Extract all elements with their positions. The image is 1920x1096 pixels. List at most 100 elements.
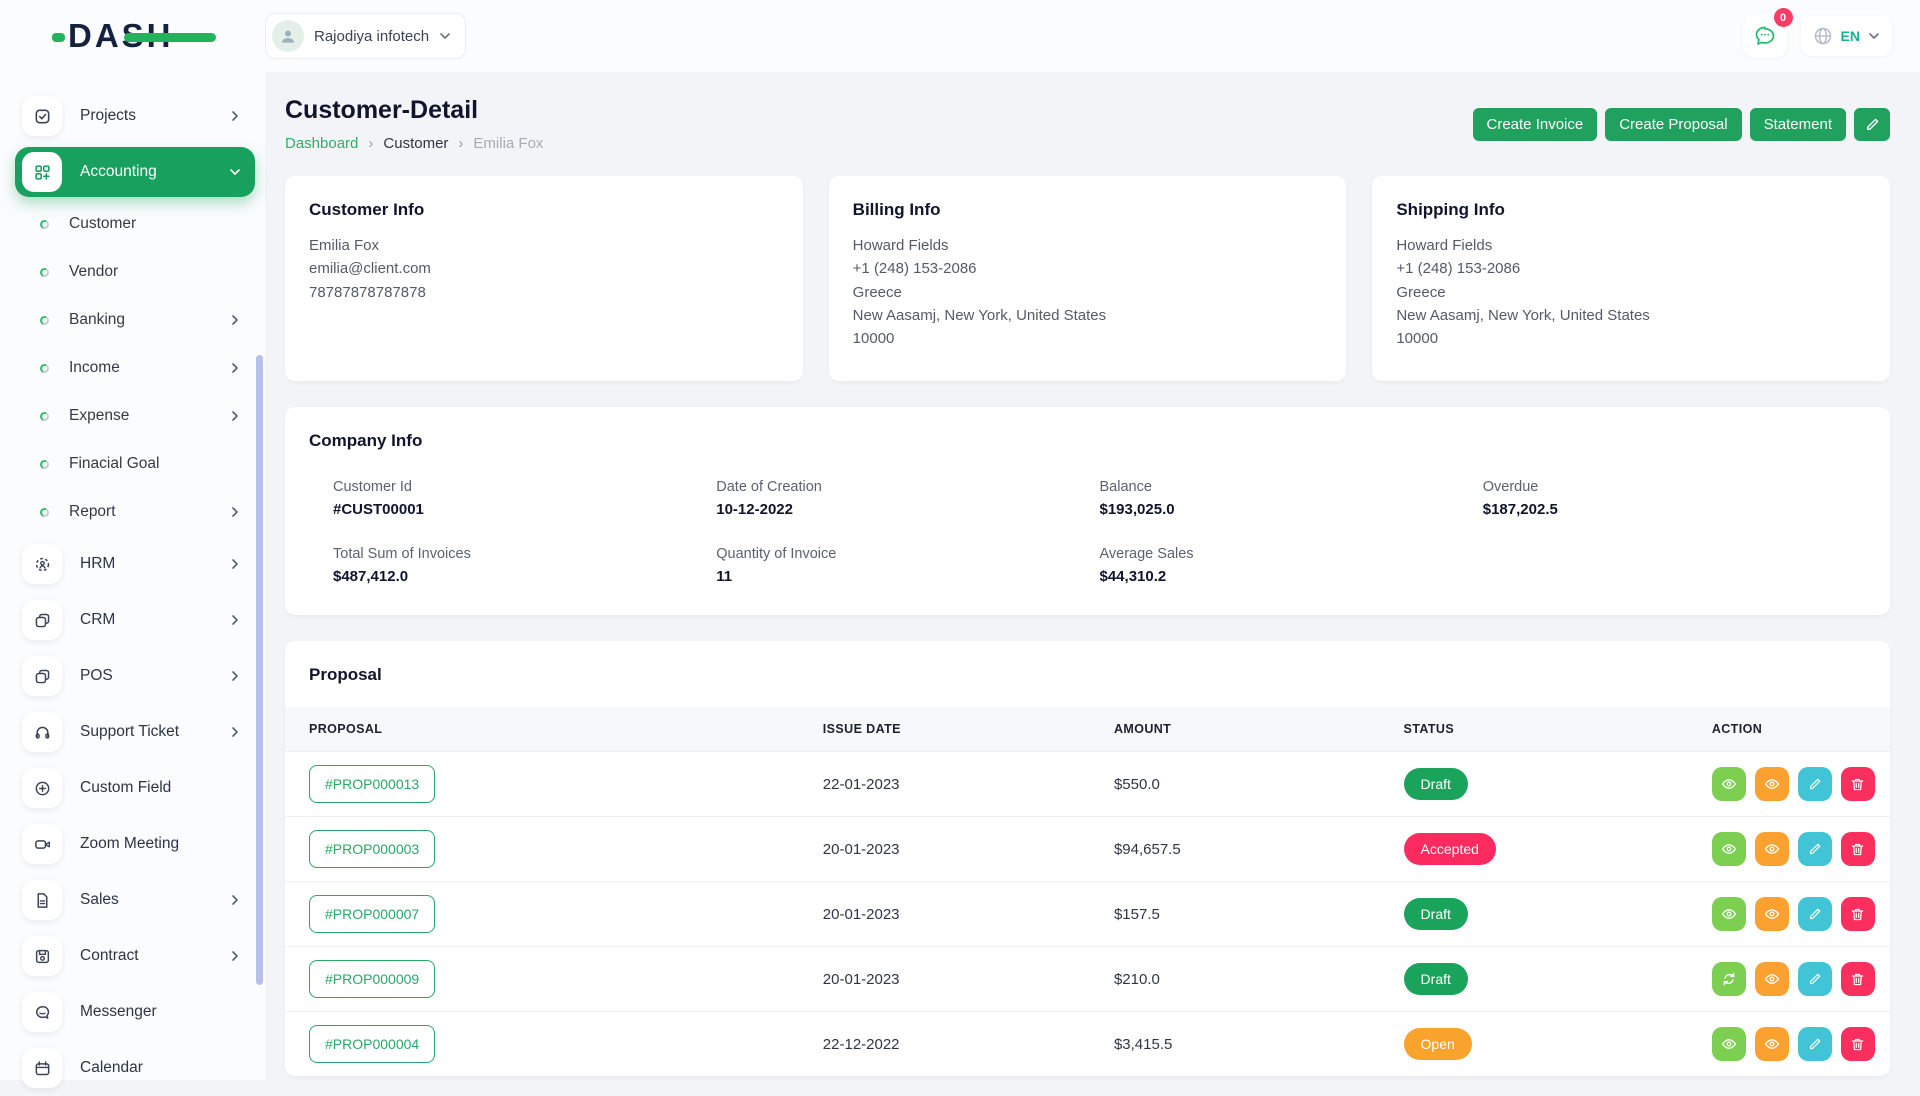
chevron-down-icon — [439, 30, 451, 42]
proposal-id-link[interactable]: #PROP000009 — [309, 960, 435, 998]
statement-button[interactable]: Statement — [1750, 108, 1846, 141]
preview-button[interactable] — [1755, 767, 1789, 801]
sidebar-item-sales[interactable]: Sales — [15, 872, 255, 928]
edit-button[interactable] — [1798, 767, 1832, 801]
company-info-card: Company Info Customer Id #CUST00001 Date… — [285, 407, 1890, 615]
sidebar-item-vendor[interactable]: Vendor — [15, 248, 255, 296]
edit-button[interactable] — [1798, 832, 1832, 866]
language-selector[interactable]: EN — [1801, 16, 1892, 56]
eye-icon — [1764, 1036, 1780, 1052]
field-date-of-creation: Date of Creation 10-12-2022 — [716, 479, 1099, 518]
globe-icon — [1813, 26, 1833, 46]
view-button[interactable] — [1712, 1027, 1746, 1061]
bullet-icon — [39, 506, 51, 518]
status-badge: Open — [1404, 1028, 1472, 1060]
proposal-id-link[interactable]: #PROP000003 — [309, 830, 435, 868]
floppy-icon — [22, 936, 62, 976]
preview-button[interactable] — [1755, 897, 1789, 931]
chevron-right-icon — [229, 726, 241, 738]
billing-country: Greece — [853, 281, 1323, 304]
sidebar-item-contract[interactable]: Contract — [15, 928, 255, 984]
status-badge: Accepted — [1404, 833, 1496, 865]
preview-button[interactable] — [1755, 962, 1789, 996]
sidebar-item-income[interactable]: Income — [15, 344, 255, 392]
view-button[interactable] — [1712, 897, 1746, 931]
status-badge: Draft — [1404, 963, 1468, 995]
proposal-id-link[interactable]: #PROP000007 — [309, 895, 435, 933]
sidebar-item-accounting[interactable]: Accounting — [15, 147, 255, 197]
sidebar-item-custom-field[interactable]: Custom Field — [15, 760, 255, 816]
create-proposal-button[interactable]: Create Proposal — [1605, 108, 1741, 141]
topbar: DASH Rajodiya infotech 0 EN — [0, 0, 1920, 72]
shipping-info-card: Shipping Info Howard Fields +1 (248) 153… — [1372, 176, 1890, 381]
logo[interactable]: DASH — [0, 17, 265, 55]
sidebar-item-banking[interactable]: Banking — [15, 296, 255, 344]
proposal-title: Proposal — [285, 665, 1890, 685]
preview-button[interactable] — [1755, 1027, 1789, 1061]
sidebar-item-hrm[interactable]: HRM — [15, 536, 255, 592]
create-invoice-button[interactable]: Create Invoice — [1473, 108, 1598, 141]
sidebar-item-pos[interactable]: POS — [15, 648, 255, 704]
sidebar-item-calendar[interactable]: Calendar — [15, 1040, 255, 1096]
edit-button[interactable] — [1798, 897, 1832, 931]
sidebar-item-report[interactable]: Report — [15, 488, 255, 536]
proposal-id-link[interactable]: #PROP000004 — [309, 1025, 435, 1063]
bullet-icon — [39, 218, 51, 230]
page-title: Customer-Detail — [285, 96, 543, 125]
view-button[interactable] — [1712, 832, 1746, 866]
chevron-right-icon — [229, 558, 241, 570]
edit-button[interactable] — [1798, 1027, 1832, 1061]
sidebar-scrollbar[interactable] — [256, 355, 263, 985]
view-button[interactable] — [1712, 767, 1746, 801]
sidebar-item-expense[interactable]: Expense — [15, 392, 255, 440]
video-icon — [22, 824, 62, 864]
shipping-info-title: Shipping Info — [1396, 200, 1866, 220]
breadcrumb-current: Emilia Fox — [473, 135, 543, 152]
sidebar: Projects Accounting Customer Vendor Bank… — [0, 72, 265, 1080]
eye-icon — [1721, 1036, 1737, 1052]
delete-button[interactable] — [1841, 962, 1875, 996]
sidebar-item-projects[interactable]: Projects — [15, 88, 255, 144]
shipping-name: Howard Fields — [1396, 234, 1866, 257]
eye-icon — [1721, 841, 1737, 857]
breadcrumb: Dashboard › Customer › Emilia Fox — [285, 135, 543, 152]
sidebar-item-support-ticket[interactable]: Support Ticket — [15, 704, 255, 760]
delete-button[interactable] — [1841, 767, 1875, 801]
notification-badge: 0 — [1774, 8, 1793, 27]
amount: $94,657.5 — [1114, 841, 1404, 858]
field-total-invoices: Total Sum of Invoices $487,412.0 — [333, 546, 716, 585]
edit-button[interactable] — [1798, 962, 1832, 996]
edit-customer-button[interactable] — [1854, 108, 1890, 141]
customer-info-card: Customer Info Emilia Fox emilia@client.c… — [285, 176, 803, 381]
sidebar-item-financial-goal[interactable]: Finacial Goal — [15, 440, 255, 488]
preview-button[interactable] — [1755, 832, 1789, 866]
sidebar-item-crm[interactable]: CRM — [15, 592, 255, 648]
table-row: #PROP000013 22-01-2023 $550.0 Draft — [285, 751, 1890, 816]
sidebar-item-zoom-meeting[interactable]: Zoom Meeting — [15, 816, 255, 872]
chevron-down-icon — [229, 166, 241, 178]
shipping-country: Greece — [1396, 281, 1866, 304]
proposal-id-link[interactable]: #PROP000013 — [309, 765, 435, 803]
sidebar-item-customer[interactable]: Customer — [15, 200, 255, 248]
issue-date: 20-01-2023 — [823, 841, 1114, 858]
sidebar-item-messenger[interactable]: Messenger — [15, 984, 255, 1040]
language-code: EN — [1841, 28, 1860, 44]
col-amount: AMOUNT — [1114, 722, 1404, 736]
delete-button[interactable] — [1841, 832, 1875, 866]
billing-zip: 10000 — [853, 327, 1323, 350]
pencil-icon — [1808, 1037, 1822, 1051]
checkbox-icon — [22, 96, 62, 136]
delete-button[interactable] — [1841, 897, 1875, 931]
messages-button[interactable]: 0 — [1743, 14, 1787, 58]
company-selector[interactable]: Rajodiya infotech — [265, 13, 466, 59]
convert-button[interactable] — [1712, 962, 1746, 996]
field-overdue: Overdue $187,202.5 — [1483, 479, 1866, 518]
eye-icon — [1721, 776, 1737, 792]
col-status: STATUS — [1404, 722, 1712, 736]
chevron-right-icon — [229, 506, 241, 518]
breadcrumb-customer[interactable]: Customer — [383, 135, 448, 152]
breadcrumb-dashboard[interactable]: Dashboard — [285, 135, 358, 152]
table-row: #PROP000009 20-01-2023 $210.0 Draft — [285, 946, 1890, 1011]
bullet-icon — [39, 314, 51, 326]
delete-button[interactable] — [1841, 1027, 1875, 1061]
